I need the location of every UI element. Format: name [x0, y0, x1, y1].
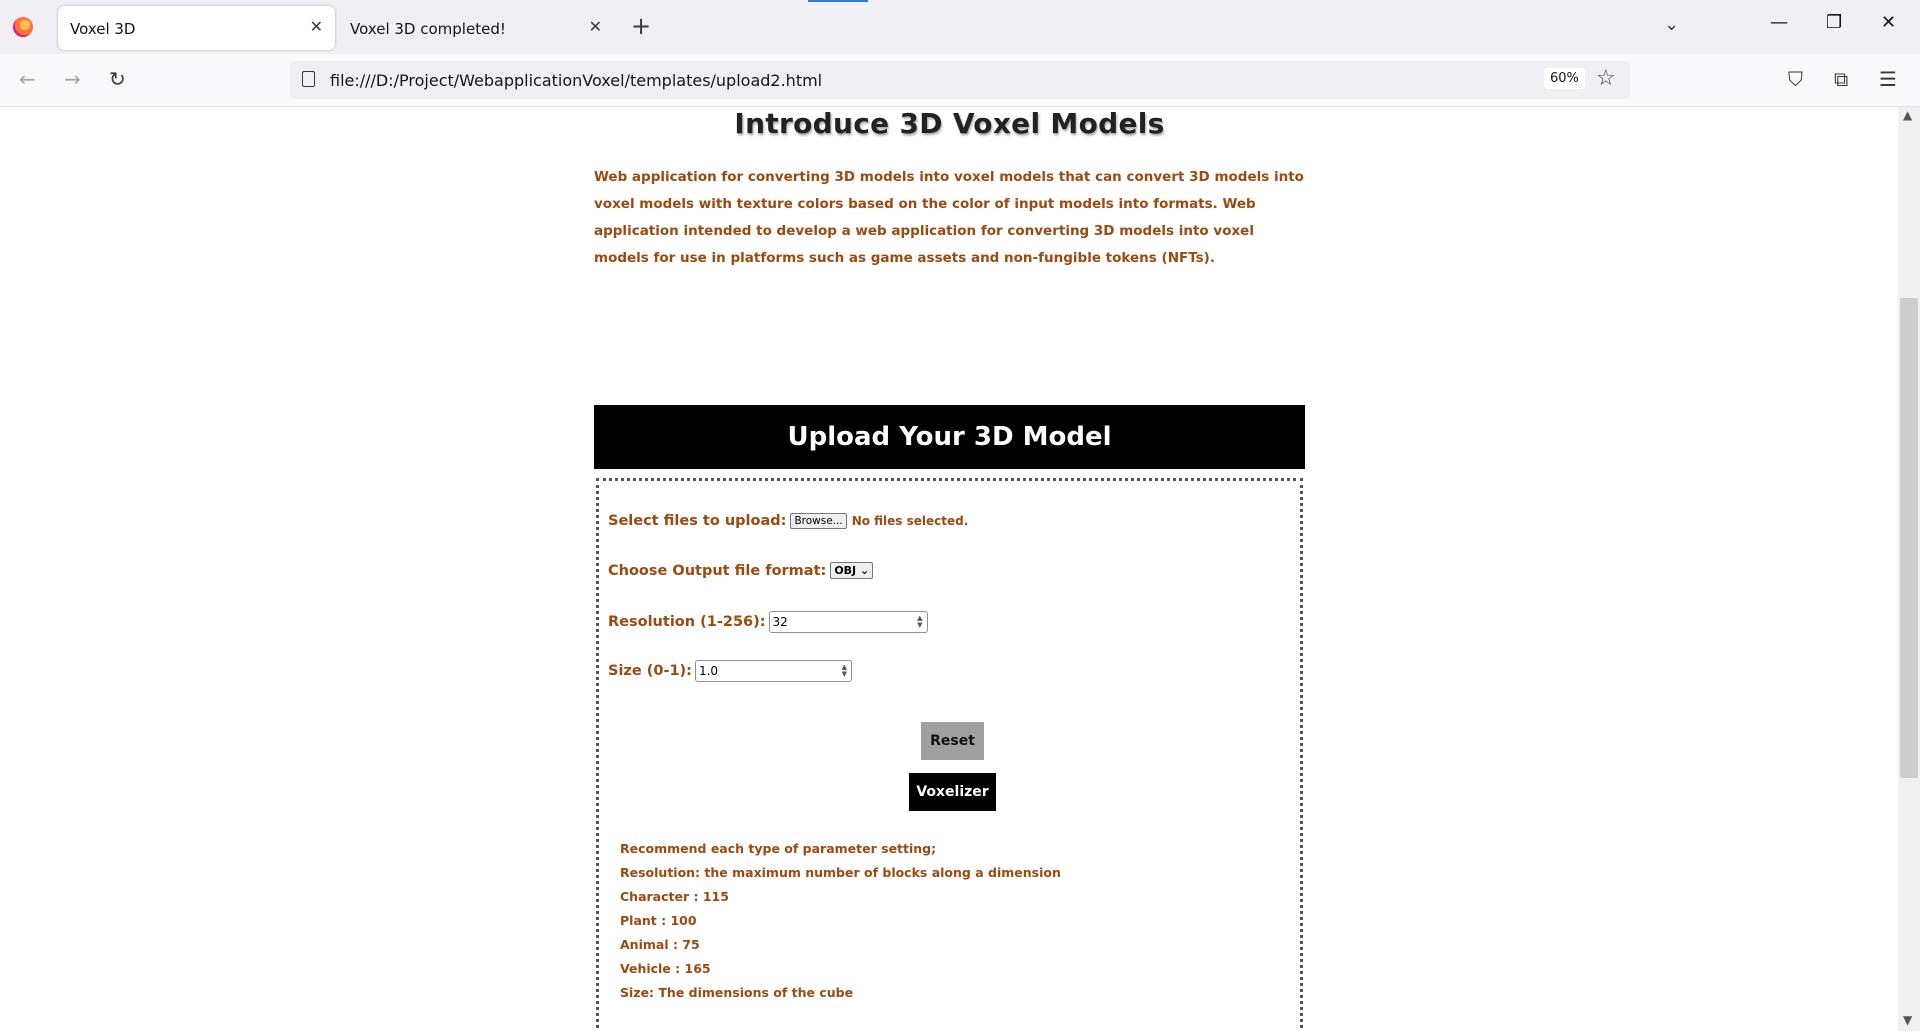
resolution-row: Resolution (1-256): 32 ▲ ▼ — [608, 611, 928, 633]
resolution-input[interactable]: 32 ▲ ▼ — [768, 611, 928, 633]
no-files-text: No files selected. — [851, 514, 969, 528]
size-input[interactable]: 1.0 ▲ ▼ — [694, 660, 852, 682]
new-tab-icon[interactable]: + — [631, 12, 651, 40]
close-tab-icon[interactable]: ✕ — [310, 17, 323, 36]
voxelize-button[interactable]: Voxelizer — [909, 773, 996, 811]
page-content: Introduce 3D Voxel Models Web applicatio… — [0, 107, 1898, 1031]
recommend-line: Recommend each type of parameter setting… — [620, 841, 937, 856]
recommend-line: Animal : 75 — [620, 937, 700, 952]
upload-form: Select files to upload: Browse... No fil… — [596, 478, 1303, 1031]
pocket-icon[interactable]: ⛉ — [1788, 69, 1803, 89]
recommendations: Recommend each type of parameter setting… — [620, 837, 1061, 1005]
recommend-line: Character : 115 — [620, 889, 729, 904]
upload-header: Upload Your 3D Model — [594, 405, 1305, 469]
scrollbar-thumb[interactable] — [1900, 298, 1918, 778]
reset-button[interactable]: Reset — [921, 722, 984, 760]
resolution-label: Resolution (1-256): — [608, 614, 766, 630]
restore-icon[interactable]: ❐ — [1826, 12, 1842, 33]
bookmark-star-icon[interactable]: ☆ — [1596, 66, 1616, 91]
recommend-line: Vehicle : 165 — [620, 961, 711, 976]
page-title: Introduce 3D Voxel Models — [734, 107, 1165, 140]
chevron-down-icon: ⌄ — [859, 564, 870, 577]
format-label: Choose Output file format: — [608, 562, 827, 579]
file-row: Select files to upload: Browse... No fil… — [608, 513, 968, 529]
page-icon — [302, 71, 315, 87]
forward-icon[interactable]: → — [64, 69, 81, 89]
spinner-icon[interactable]: ▲ ▼ — [842, 664, 847, 678]
tab-voxel-3d-completed[interactable]: Voxel 3D completed! ✕ — [338, 6, 614, 50]
tab-title: Voxel 3D completed! — [350, 20, 506, 38]
recommend-line: Resolution: the maximum number of blocks… — [620, 865, 1061, 880]
size-value: 1.0 — [698, 664, 719, 678]
browse-button[interactable]: Browse... — [790, 513, 847, 529]
tab-voxel-3d[interactable]: Voxel 3D ✕ — [58, 6, 335, 50]
size-label: Size (0-1): — [608, 663, 692, 679]
firefox-logo[interactable] — [13, 17, 33, 37]
extensions-icon[interactable]: ⧉ — [1834, 69, 1848, 89]
tab-title: Voxel 3D — [70, 20, 136, 38]
minimize-icon[interactable]: — — [1770, 12, 1788, 33]
tab-overflow-indicator — [808, 0, 868, 2]
back-icon[interactable]: ← — [19, 69, 36, 89]
scroll-up-arrow[interactable]: ▲ — [1903, 108, 1912, 122]
reload-icon[interactable]: ↻ — [109, 69, 126, 89]
resolution-value: 32 — [772, 615, 788, 629]
url-bar[interactable]: file:///D:/Project/WebapplicationVoxel/t… — [290, 61, 1630, 99]
size-row: Size (0-1): 1.0 ▲ ▼ — [608, 660, 852, 682]
zoom-level[interactable]: 60% — [1544, 68, 1585, 89]
file-label: Select files to upload: — [608, 513, 787, 529]
close-tab-icon[interactable]: ✕ — [589, 17, 602, 36]
tab-bar: Voxel 3D ✕ Voxel 3D completed! ✕ + ⌄ — ❐… — [0, 0, 1920, 54]
format-select-value: OBJ — [834, 564, 857, 577]
menu-icon[interactable]: ☰ — [1879, 69, 1897, 89]
recommend-line: Plant : 100 — [620, 913, 697, 928]
recommend-line: Size: The dimensions of the cube — [620, 985, 854, 1000]
format-row: Choose Output file format: OBJ ⌄ — [608, 562, 874, 579]
close-window-icon[interactable]: ✕ — [1881, 12, 1896, 33]
intro-paragraph: Web application for converting 3D models… — [594, 169, 1304, 266]
url-text[interactable]: file:///D:/Project/WebapplicationVoxel/t… — [330, 71, 822, 90]
list-all-tabs-icon[interactable]: ⌄ — [1664, 14, 1679, 35]
spinner-icon[interactable]: ▲ ▼ — [917, 615, 922, 629]
format-select[interactable]: OBJ ⌄ — [830, 562, 874, 579]
nav-bar: ← → ↻ file:///D:/Project/WebapplicationV… — [0, 54, 1920, 107]
scroll-down-arrow[interactable]: ▼ — [1903, 1013, 1912, 1027]
